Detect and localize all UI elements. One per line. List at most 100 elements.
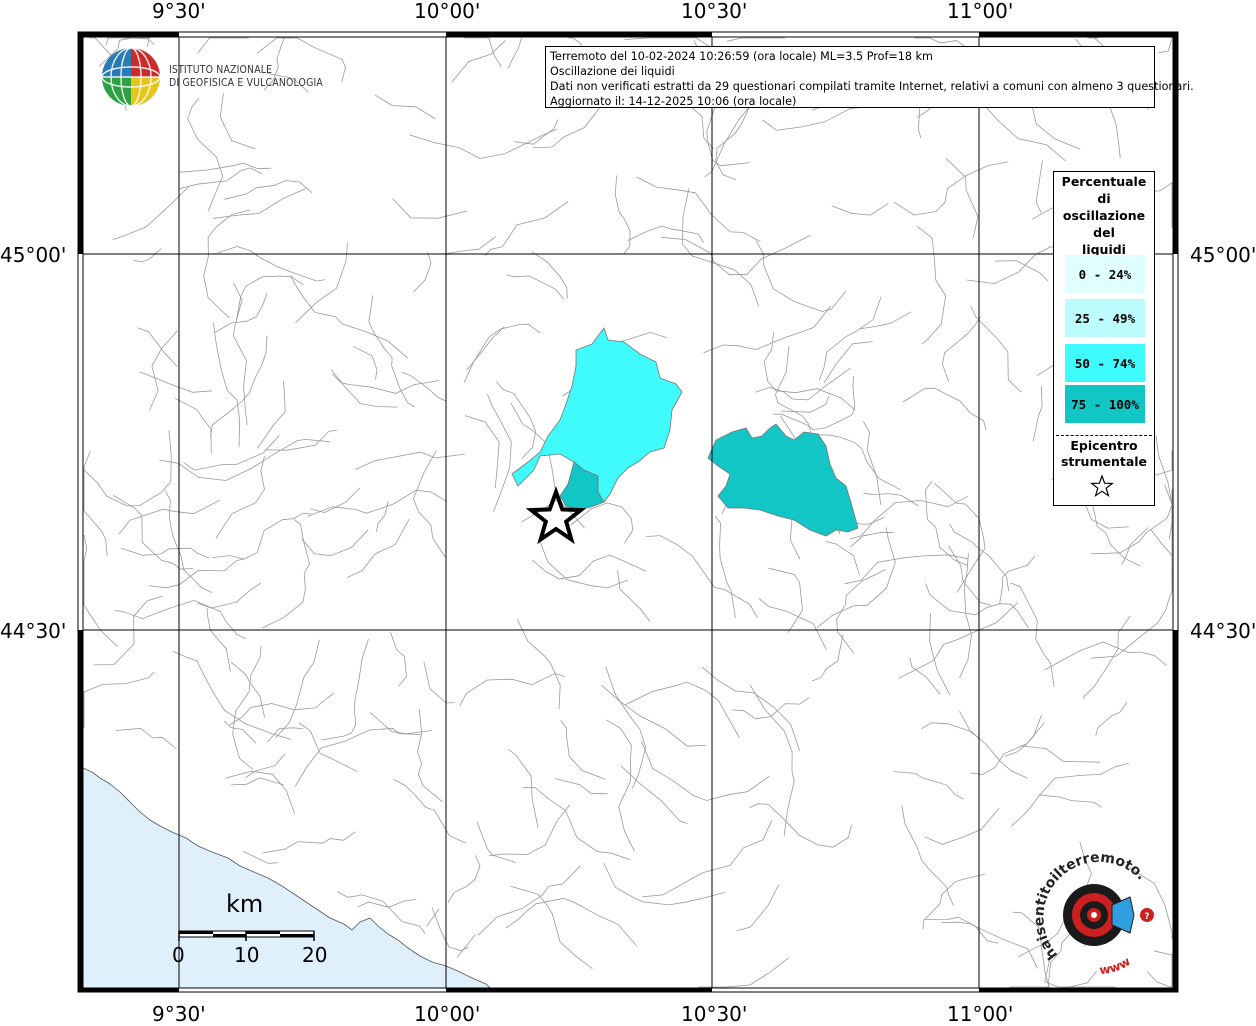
municipal-border [275,639,320,739]
municipal-border [1108,103,1121,159]
legend-title-line-2: di [1097,191,1111,206]
municipal-border [219,93,256,150]
municipal-border [1019,745,1101,763]
legend-class-0-24: 0 - 24% [1065,255,1145,293]
municipal-border [831,203,889,216]
legend-title-line-4: del [1093,225,1115,240]
municipal-border [133,248,162,263]
municipal-border [994,260,1049,282]
lon-label-top-1: 9°30' [152,0,206,23]
lat-label-right-1: 45°00' [1190,243,1256,267]
municipal-border [114,599,247,639]
municipal-border [948,545,992,606]
legend-title-line-3: oscillazione [1062,208,1146,223]
municipal-border [893,161,1009,216]
graticule [83,37,1173,988]
municipal-border [605,719,635,852]
municipal-border [476,821,516,863]
municipal-border [945,158,979,239]
municipal-border [898,602,1019,679]
municipal-border [922,873,986,930]
municipal-border [83,450,108,557]
data-note: Dati non verificati estratti da 29 quest… [550,80,1194,93]
municipal-border [812,634,844,682]
scale-unit: km [226,890,264,918]
legend-epicenter-line-1: Epicentro [1070,438,1138,453]
municipal-border [1044,641,1167,671]
municipal-border [376,501,389,532]
municipal-border [477,865,581,936]
municipal-border [849,495,968,540]
municipal-border [762,105,872,131]
lon-label-bottom-2: 10°00' [414,1002,481,1026]
legend-title-line-1: Percentuale [1061,174,1147,189]
lon-label-bottom-4: 11°00' [947,1002,1014,1026]
municipal-border [736,884,780,932]
municipal-border [346,519,410,579]
municipal-border [531,251,568,299]
municipal-border [337,891,426,934]
municipal-border [174,397,212,454]
municipal-border [488,804,571,857]
municipal-border [893,771,964,800]
municipal-border [223,720,257,744]
municipal-border [1095,701,1128,736]
municipal-border [1010,582,1055,687]
municipal-border [105,37,135,46]
legend-star-icon [1090,474,1114,498]
municipal-border [970,714,1042,775]
municipal-border [466,326,505,371]
municipal-border [307,489,448,517]
municipal-border [487,393,512,513]
municipal-border [642,820,773,898]
municipal-border [212,188,307,219]
municipal-border [627,225,704,243]
municipal-border [1158,37,1173,54]
municipal-border [1035,160,1043,214]
municipal-border [484,201,569,256]
municipal-border [661,234,811,276]
municipal-border [215,455,265,539]
municipal-border [749,684,795,837]
lon-label-top-4: 11°00' [947,0,1014,23]
municipal-border [934,483,986,593]
municipal-border [352,345,378,380]
municipal-border [456,934,476,958]
legend-epicenter-line-2: strumentale [1060,454,1148,469]
municipal-border [178,162,272,173]
municipal-border [522,787,631,861]
municipal-border [929,613,951,696]
svg-text:www: www [1099,954,1133,977]
legend-separator [1056,435,1152,436]
legend-class-25-49: 25 - 49% [1065,299,1145,337]
municipal-border [257,381,286,449]
municipal-border [726,37,785,42]
municipal-border [393,779,466,844]
sea-area [82,767,491,989]
lon-label-top-3: 10°30' [681,0,748,23]
municipal-border [267,727,304,743]
municipal-border [412,450,446,558]
municipal-border [413,251,432,293]
municipal-border [203,209,251,319]
municipal-border [603,862,726,906]
municipal-border [1150,529,1173,578]
municipal-border [749,803,852,848]
municipal-border [681,188,760,307]
municipal-border [409,128,557,159]
hsit-www: www [1099,954,1133,977]
municipal-border [355,451,465,470]
municipal-border [640,741,770,801]
municipal-border [451,40,506,83]
municipal-border [463,323,541,383]
lat-label-left-2: 44°30' [0,619,67,643]
municipal-border [902,387,987,431]
municipal-border [714,515,736,618]
municipal-border [921,722,981,740]
municipal-border [538,538,628,589]
municipal-borders [83,37,1173,988]
municipal-border [758,598,827,650]
municipal-border [217,246,325,282]
municipal-border [859,311,912,330]
municipal-border [715,97,755,180]
